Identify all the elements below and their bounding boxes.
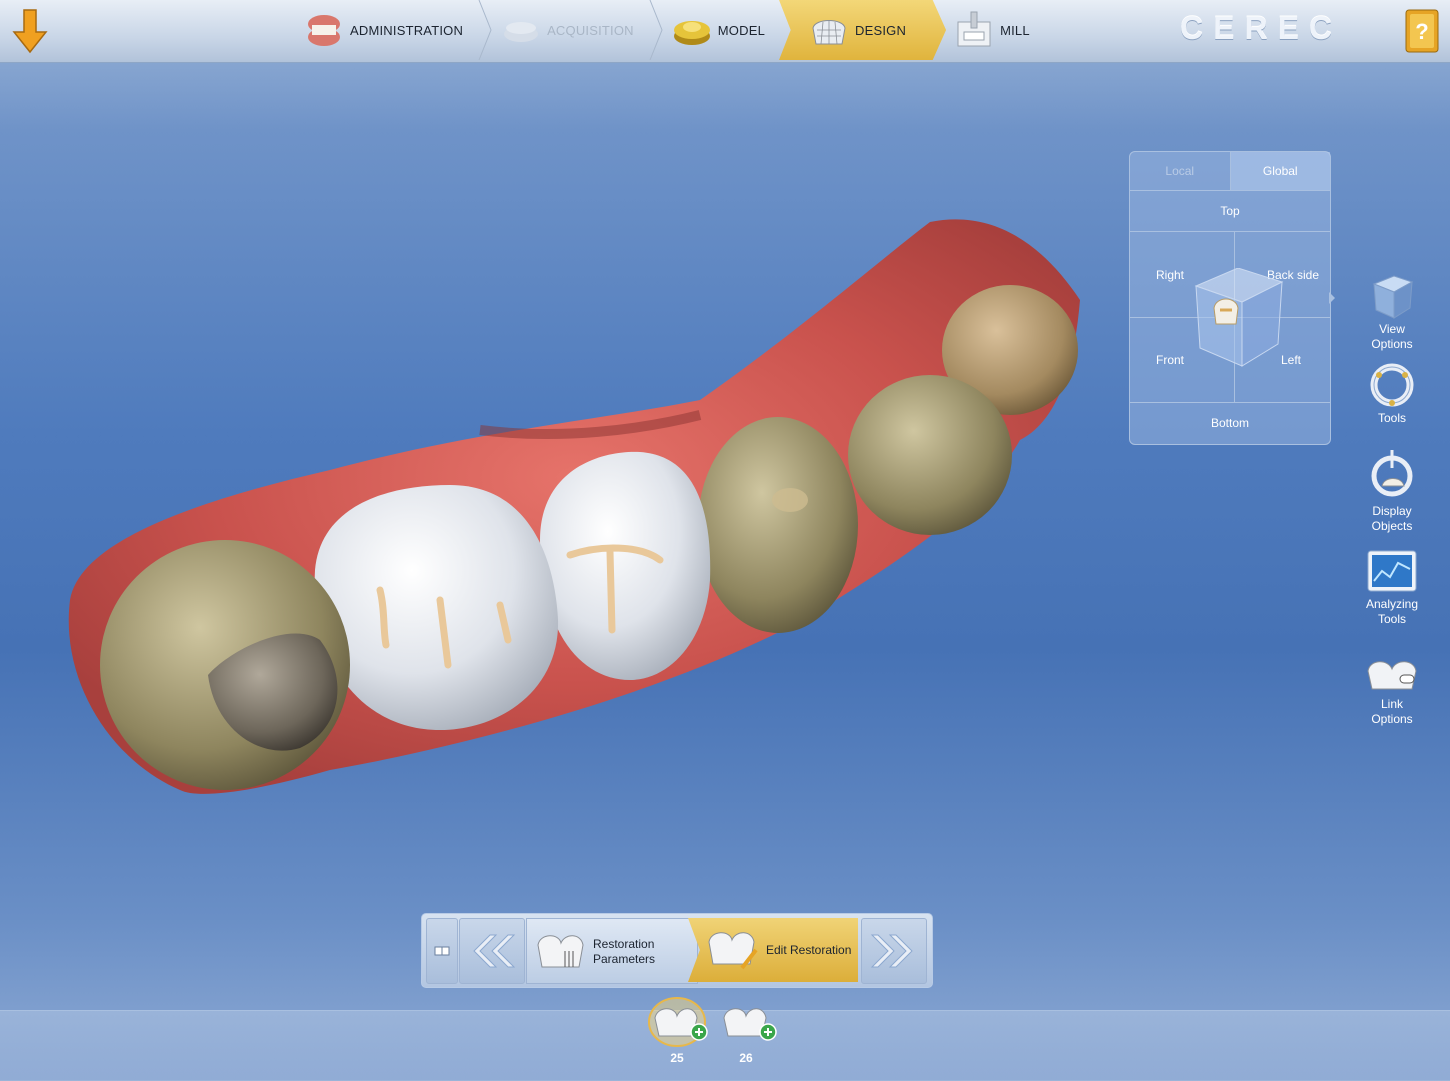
display-objects-button[interactable]: Display Objects xyxy=(1358,446,1426,534)
tool-label: View xyxy=(1379,322,1405,336)
double-chevron-left-icon xyxy=(473,934,516,968)
cube-icon xyxy=(1372,275,1414,319)
step-label: MODEL xyxy=(717,22,766,38)
view-front-button[interactable]: Front xyxy=(1156,353,1184,367)
model-icon xyxy=(673,21,710,45)
chevron-separator-icon xyxy=(478,0,492,60)
cerec-logo: CEREC xyxy=(1180,10,1343,46)
step-model[interactable]: MODEL xyxy=(664,0,779,60)
view-orientation-panel: Local Global Top Right Back side Front L… xyxy=(1129,151,1331,445)
previous-phase-button[interactable] xyxy=(459,918,525,984)
double-chevron-right-icon xyxy=(870,934,913,968)
linked-teeth-icon xyxy=(1367,661,1417,690)
tool-label: Tools xyxy=(1377,612,1406,626)
tooth-tab-26[interactable]: 26 xyxy=(714,996,778,1065)
phase-label: Edit Restoration xyxy=(766,943,852,957)
step-acquisition[interactable]: ACQUISITION xyxy=(493,0,648,60)
pause-icon xyxy=(434,946,450,956)
step-label: MILL xyxy=(1000,22,1030,38)
edit-crown-icon xyxy=(708,932,758,970)
view-bottom-button[interactable]: Bottom xyxy=(1130,403,1330,443)
scan-icon xyxy=(504,22,539,42)
crown-tooth-icon xyxy=(723,1008,777,1041)
crown-parameters-icon xyxy=(537,935,584,968)
down-arrow-button[interactable] xyxy=(10,6,50,56)
view-cube-icon[interactable] xyxy=(1186,268,1286,368)
tooth-number: 26 xyxy=(739,1051,753,1065)
chevron-separator-icon xyxy=(649,0,663,60)
phase-label: Restoration xyxy=(593,937,655,951)
tool-label: Display xyxy=(1372,504,1412,518)
dentures-icon xyxy=(308,15,340,46)
edit-restoration-button[interactable]: Edit Restoration xyxy=(688,918,858,982)
down-arrow-icon xyxy=(12,9,48,54)
phase-bar: Restoration Parameters Edit Restoration xyxy=(421,913,933,988)
tab-global[interactable]: Global xyxy=(1230,152,1330,190)
chart-monitor-icon xyxy=(1367,550,1417,592)
collapse-button[interactable] xyxy=(426,918,458,984)
svg-text:?: ? xyxy=(1415,19,1428,44)
tooth-tab-25[interactable]: 25 xyxy=(645,996,709,1065)
display-objects-icon xyxy=(1371,450,1413,497)
step-administration[interactable]: ADMINISTRATION xyxy=(296,0,477,60)
step-label: ACQUISITION xyxy=(547,22,634,38)
panel-pointer xyxy=(1329,292,1335,304)
help-button[interactable]: ? xyxy=(1402,6,1442,56)
tool-label: Options xyxy=(1371,712,1413,726)
view-right-button[interactable]: Right xyxy=(1156,268,1184,282)
link-options-button[interactable]: Link Options xyxy=(1358,655,1426,727)
view-cube-grid: Right Back side Front Left xyxy=(1130,232,1330,403)
top-bar: ADMINISTRATION ACQUISITION MODEL DESIGN … xyxy=(0,0,1450,63)
milling-unit-icon xyxy=(957,11,991,47)
help-book-icon: ? xyxy=(1405,9,1439,53)
step-label: DESIGN xyxy=(855,22,907,38)
tool-label: Tools xyxy=(1377,411,1406,425)
workflow-steps: ADMINISTRATION ACQUISITION MODEL DESIGN … xyxy=(296,0,1044,60)
step-mill[interactable]: MILL xyxy=(946,0,1044,60)
tools-button[interactable]: Tools xyxy=(1358,361,1426,426)
crown-tooth-icon xyxy=(648,997,708,1047)
tool-label: Objects xyxy=(1371,519,1413,533)
tool-label: Analyzing xyxy=(1365,597,1419,611)
step-label: ADMINISTRATION xyxy=(350,22,464,38)
view-options-button[interactable]: View Options xyxy=(1358,272,1426,352)
view-top-button[interactable]: Top xyxy=(1130,191,1330,232)
analyzing-tools-button[interactable]: Analyzing Tools xyxy=(1358,549,1426,627)
tool-label: Options xyxy=(1371,337,1413,351)
tooth-number: 25 xyxy=(670,1051,684,1065)
restoration-parameters-button[interactable]: Restoration Parameters xyxy=(526,918,698,984)
phase-label: Parameters xyxy=(593,952,656,966)
tool-label: Link xyxy=(1380,697,1403,711)
next-phase-button[interactable] xyxy=(861,918,927,984)
tab-local[interactable]: Local xyxy=(1130,152,1231,190)
view-mode-tabs: Local Global xyxy=(1130,152,1330,191)
crown-mesh-icon xyxy=(812,20,846,45)
step-design[interactable]: DESIGN xyxy=(779,0,947,60)
tool-ring-icon xyxy=(1370,363,1414,407)
